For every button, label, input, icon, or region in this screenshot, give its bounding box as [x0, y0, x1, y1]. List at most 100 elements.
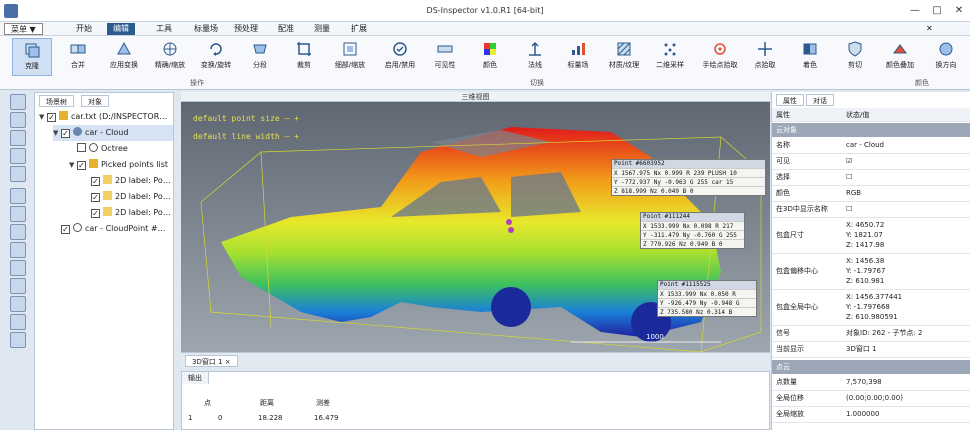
table-header: 测差 — [316, 399, 330, 407]
checkbox[interactable]: ✓ — [61, 129, 70, 138]
detail-zoom-button[interactable]: 细部/缩放 — [330, 38, 370, 76]
group-label-toggle: 切换 — [530, 79, 544, 87]
point-label-box: Point #111244 X 1533.999 Nx 0.098 R 217 … — [640, 212, 745, 249]
rotate-tool-icon[interactable] — [10, 130, 26, 146]
tab-dialog[interactable]: 对话 — [806, 94, 834, 106]
expand-arrow-icon[interactable]: ▼ — [39, 109, 47, 125]
crop-icon — [297, 42, 311, 56]
default-point-size-control[interactable]: default point size — + — [193, 114, 299, 123]
prop-row-bbox-shifted-center: 包盒偏移中心 X: 1456.38 Y: -1.79767 Z: 610.981 — [772, 254, 970, 290]
flip-direction-button[interactable]: 换方向 — [926, 38, 966, 76]
checkbox[interactable]: ✓ — [77, 161, 86, 170]
color-overlay-button[interactable]: 颜色叠加 — [880, 38, 920, 76]
checkbox[interactable] — [77, 143, 86, 152]
merge-icon — [70, 44, 86, 54]
folder-icon — [59, 111, 68, 120]
group-label-color: 颜色 — [915, 79, 929, 87]
picked-point-marker[interactable] — [506, 219, 512, 225]
checkbox[interactable]: ✓ — [47, 113, 56, 122]
view-right-icon[interactable] — [10, 242, 26, 258]
view-iso2-icon[interactable] — [10, 314, 26, 330]
translate-tool-icon[interactable] — [10, 112, 26, 128]
point-picking-button[interactable]: 手绘点拾取 — [700, 38, 740, 76]
prop-header-row: 属性 状态/值 — [772, 108, 970, 122]
color-button[interactable]: 颜色 — [470, 38, 510, 76]
picked-point-marker[interactable] — [508, 227, 514, 233]
label-icon — [103, 207, 112, 216]
2d-sampling-button[interactable]: 二维采样 — [650, 38, 690, 76]
view-left-icon[interactable] — [10, 224, 26, 240]
segment-button[interactable]: 分段 — [240, 38, 280, 76]
default-line-width-control[interactable]: default line width — + — [193, 132, 299, 141]
expand-arrow-icon[interactable]: ▼ — [69, 157, 77, 173]
menu-preprocess[interactable]: 预处理 — [228, 23, 264, 35]
crop-button[interactable]: 裁剪 — [284, 38, 324, 76]
arrow-tool-icon[interactable] — [10, 148, 26, 164]
close-icon[interactable]: ✕ — [952, 4, 966, 18]
view-iso3-icon[interactable] — [10, 332, 26, 348]
properties-panel: 属性 对话 属性 状态/值 云对象 名称 car - Cloud 可见 ☑ 选择 ☐ 颜… — [771, 92, 970, 430]
menu-tools[interactable]: 工具 — [150, 23, 178, 35]
view-bottom-icon[interactable] — [10, 278, 26, 294]
checkbox[interactable]: ✓ — [91, 193, 100, 202]
shading-button[interactable]: 着色 — [790, 38, 830, 76]
visibility-button[interactable]: 可见性 — [425, 38, 465, 76]
scale-icon — [163, 42, 177, 56]
expand-arrow-icon[interactable]: ▼ — [53, 125, 61, 141]
3d-viewport[interactable]: 三维视图 1000 default point size — + default… — [181, 92, 770, 352]
menu-measure[interactable]: 测量 — [308, 23, 336, 35]
checkbox[interactable]: ✓ — [91, 177, 100, 186]
zoom-tool-icon[interactable] — [10, 166, 26, 182]
label-icon — [103, 175, 112, 184]
tree-item-label[interactable]: ✓ 2D label: Po… — [83, 189, 171, 205]
menu-edit[interactable]: 编辑 — [107, 23, 135, 35]
tree-item-file[interactable]: ▼ ✓ car.txt (D:/INSPECTOR… — [39, 109, 167, 125]
menu-right-close-icon[interactable]: ✕ — [920, 23, 939, 35]
color-swatch-icon — [484, 43, 496, 55]
rotate-icon — [210, 43, 222, 56]
minimize-icon[interactable]: — — [908, 4, 922, 18]
display-select[interactable]: 3D窗口 1 — [846, 344, 877, 354]
normals-button[interactable]: 法线 — [515, 38, 555, 76]
scalar-field-icon — [572, 43, 585, 55]
table-cell: 0 — [218, 414, 223, 422]
output-panel: 输出 点 距离 测差 1 0 18.228 16.479 — [181, 371, 770, 430]
checkbox[interactable]: ✓ — [61, 225, 70, 234]
view-front-icon[interactable] — [10, 188, 26, 204]
tree-item-car-cloud[interactable]: ▼ ✓ car - Cloud — [53, 125, 173, 141]
tree-item-picked-points[interactable]: ▼ ✓ Picked points list — [69, 157, 168, 173]
material-texture-button[interactable]: 材质/纹理 — [604, 38, 644, 76]
tab-3d-window-1[interactable]: 3D窗口 1 × — [185, 355, 238, 367]
tab-objects[interactable]: 对象 — [81, 95, 109, 107]
view-back-icon[interactable] — [10, 206, 26, 222]
output-title[interactable]: 输出 — [182, 372, 209, 384]
tree-item-cloudpoint[interactable]: ✓ car - CloudPoint #… — [53, 221, 166, 237]
left-toolbar — [10, 92, 26, 430]
sphere-icon — [939, 42, 953, 56]
tree-item-label[interactable]: ✓ 2D label: Po… — [83, 205, 171, 221]
tab-scene-tree[interactable]: 场景树 — [39, 95, 74, 107]
tree-item-octree[interactable]: Octree — [69, 141, 128, 157]
pick-point-button[interactable]: 点拾取 — [745, 38, 785, 76]
enable-disable-button[interactable]: 启用/禁用 — [380, 38, 420, 76]
maximize-icon[interactable]: □ — [930, 4, 944, 18]
menu-scalar-field[interactable]: 标量场 — [188, 23, 224, 35]
clone-button[interactable]: 克隆 — [12, 38, 52, 76]
main-menu-button[interactable]: 菜单 ▼ — [4, 23, 43, 35]
view-iso1-icon[interactable] — [10, 296, 26, 312]
rotate-button[interactable]: 变换/旋转 — [196, 38, 236, 76]
tree-item-label[interactable]: ✓ 2D label: Po… — [83, 173, 171, 189]
view-top-icon[interactable] — [10, 260, 26, 276]
prop-row-current-display: 当前显示 3D窗口 1 — [772, 342, 970, 358]
menu-registration[interactable]: 配准 — [272, 23, 300, 35]
menu-extensions[interactable]: 扩展 — [345, 23, 373, 35]
merge-button[interactable]: 合并 — [58, 38, 98, 76]
scalar-field-button[interactable]: 标量场 — [558, 38, 598, 76]
select-tool-icon[interactable] — [10, 94, 26, 110]
menu-start[interactable]: 开始 — [70, 23, 98, 35]
precise-scale-button[interactable]: 精确/缩放 — [150, 38, 190, 76]
checkbox[interactable]: ✓ — [91, 209, 100, 218]
apply-transform-button[interactable]: 应用变换 — [104, 38, 144, 76]
clip-button[interactable]: 剪切 — [835, 38, 875, 76]
tab-properties[interactable]: 属性 — [776, 94, 804, 106]
